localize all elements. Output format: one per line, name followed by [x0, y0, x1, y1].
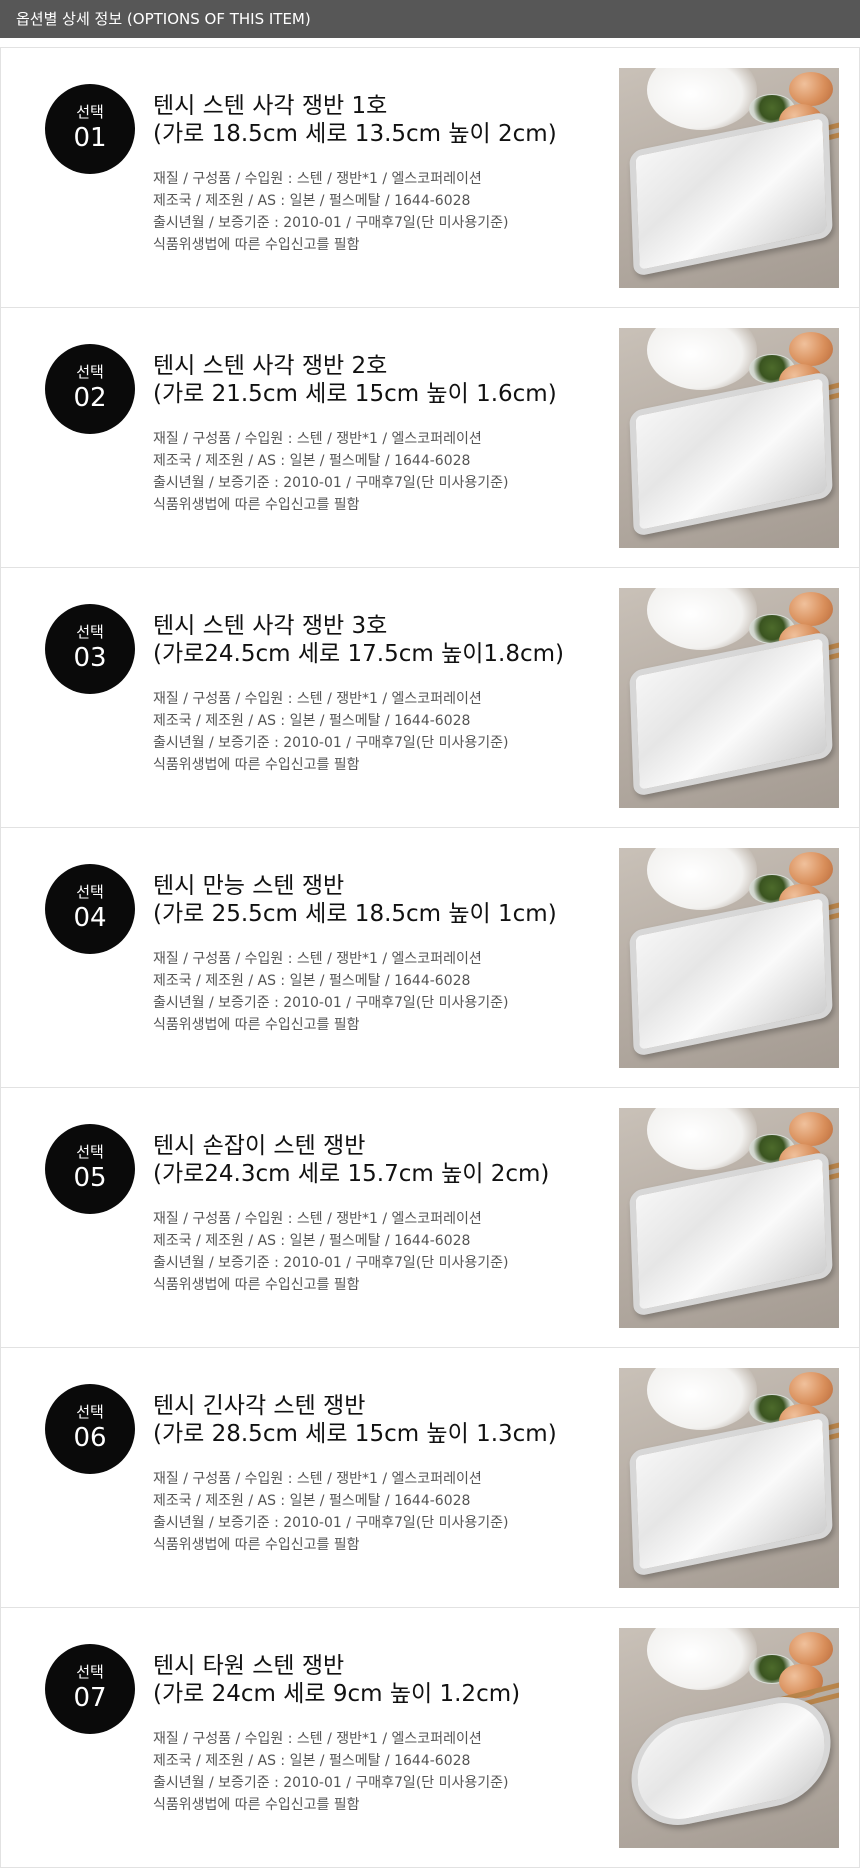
badge-label: 선택 — [76, 1143, 104, 1161]
option-badge: 선택 01 — [45, 84, 135, 174]
product-dimensions: (가로24.3cm 세로 15.7cm 높이 2cm) — [153, 1161, 550, 1187]
spec-material: 재질 / 구성품 / 수입원 : 스텐 / 쟁반*1 / 엘스코퍼레이션 — [153, 1471, 482, 1487]
badge-number: 01 — [73, 123, 107, 153]
spec-material: 재질 / 구성품 / 수입원 : 스텐 / 쟁반*1 / 엘스코퍼레이션 — [153, 951, 482, 967]
spec-notice: 식품위생법에 따른 수입신고를 필함 — [153, 1277, 360, 1293]
spec-release: 출시년월 / 보증기준 : 2010-01 / 구매후7일(단 미사용기준) — [153, 1515, 509, 1531]
option-title: 텐시 스텐 사각 쟁반 1호 (가로 18.5cm 세로 13.5cm 높이 2… — [153, 92, 593, 148]
spec-material: 재질 / 구성품 / 수입원 : 스텐 / 쟁반*1 / 엘스코퍼레이션 — [153, 1211, 482, 1227]
option-item-06: 선택 06 텐시 긴사각 스텐 쟁반 (가로 28.5cm 세로 15cm 높이… — [0, 1347, 860, 1608]
option-item-01: 선택 01 텐시 스텐 사각 쟁반 1호 (가로 18.5cm 세로 13.5c… — [0, 47, 860, 308]
option-badge: 선택 02 — [45, 344, 135, 434]
option-badge: 선택 07 — [45, 1644, 135, 1734]
option-title: 텐시 만능 스텐 쟁반 (가로 25.5cm 세로 18.5cm 높이 1cm) — [153, 872, 593, 928]
badge-label: 선택 — [76, 103, 104, 121]
product-photo — [619, 588, 839, 808]
badge-number: 06 — [73, 1423, 107, 1453]
spec-material: 재질 / 구성품 / 수입원 : 스텐 / 쟁반*1 / 엘스코퍼레이션 — [153, 1731, 482, 1747]
section-header: 옵션별 상세 정보 (OPTIONS OF THIS ITEM) — [0, 0, 860, 38]
spec-release: 출시년월 / 보증기준 : 2010-01 / 구매후7일(단 미사용기준) — [153, 1775, 509, 1791]
spec-origin: 제조국 / 제조원 / AS : 일본 / 펄스메탈 / 1644-6028 — [153, 1233, 471, 1249]
option-item-05: 선택 05 텐시 손잡이 스텐 쟁반 (가로24.3cm 세로 15.7cm 높… — [0, 1087, 860, 1348]
spec-notice: 식품위생법에 따른 수입신고를 필함 — [153, 1797, 360, 1813]
spec-release: 출시년월 / 보증기준 : 2010-01 / 구매후7일(단 미사용기준) — [153, 995, 509, 1011]
option-title: 텐시 긴사각 스텐 쟁반 (가로 28.5cm 세로 15cm 높이 1.3cm… — [153, 1392, 593, 1448]
spec-release: 출시년월 / 보증기준 : 2010-01 / 구매후7일(단 미사용기준) — [153, 1255, 509, 1271]
spec-notice: 식품위생법에 따른 수입신고를 필함 — [153, 237, 360, 253]
product-dimensions: (가로 18.5cm 세로 13.5cm 높이 2cm) — [153, 121, 557, 147]
product-photo — [619, 848, 839, 1068]
spec-release: 출시년월 / 보증기준 : 2010-01 / 구매후7일(단 미사용기준) — [153, 735, 509, 751]
spec-notice: 식품위생법에 따른 수입신고를 필함 — [153, 1017, 360, 1033]
badge-label: 선택 — [76, 1403, 104, 1421]
product-dimensions: (가로 25.5cm 세로 18.5cm 높이 1cm) — [153, 901, 557, 927]
product-name: 텐시 스텐 사각 쟁반 1호 — [153, 93, 388, 119]
option-item-07: 선택 07 텐시 타원 스텐 쟁반 (가로 24cm 세로 9cm 높이 1.2… — [0, 1607, 860, 1868]
option-title: 텐시 스텐 사각 쟁반 2호 (가로 21.5cm 세로 15cm 높이 1.6… — [153, 352, 593, 408]
spec-list: 재질 / 구성품 / 수입원 : 스텐 / 쟁반*1 / 엘스코퍼레이션 제조국… — [153, 1208, 593, 1296]
product-name: 텐시 스텐 사각 쟁반 3호 — [153, 613, 388, 639]
spec-list: 재질 / 구성품 / 수입원 : 스텐 / 쟁반*1 / 엘스코퍼레이션 제조국… — [153, 948, 593, 1036]
spec-origin: 제조국 / 제조원 / AS : 일본 / 펄스메탈 / 1644-6028 — [153, 1753, 471, 1769]
product-name: 텐시 손잡이 스텐 쟁반 — [153, 1133, 366, 1159]
option-title: 텐시 스텐 사각 쟁반 3호 (가로24.5cm 세로 17.5cm 높이1.8… — [153, 612, 593, 668]
product-photo — [619, 68, 839, 288]
spec-list: 재질 / 구성품 / 수입원 : 스텐 / 쟁반*1 / 엘스코퍼레이션 제조국… — [153, 1468, 593, 1556]
product-photo — [619, 328, 839, 548]
badge-label: 선택 — [76, 363, 104, 381]
product-name: 텐시 긴사각 스텐 쟁반 — [153, 1393, 366, 1419]
spec-origin: 제조국 / 제조원 / AS : 일본 / 펄스메탈 / 1644-6028 — [153, 1493, 471, 1509]
spec-material: 재질 / 구성품 / 수입원 : 스텐 / 쟁반*1 / 엘스코퍼레이션 — [153, 691, 482, 707]
product-photo — [619, 1108, 839, 1328]
spec-list: 재질 / 구성품 / 수입원 : 스텐 / 쟁반*1 / 엘스코퍼레이션 제조국… — [153, 428, 593, 516]
spec-list: 재질 / 구성품 / 수입원 : 스텐 / 쟁반*1 / 엘스코퍼레이션 제조국… — [153, 688, 593, 776]
spec-notice: 식품위생법에 따른 수입신고를 필함 — [153, 497, 360, 513]
product-name: 텐시 스텐 사각 쟁반 2호 — [153, 353, 388, 379]
product-name: 텐시 타원 스텐 쟁반 — [153, 1653, 345, 1679]
option-badge: 선택 04 — [45, 864, 135, 954]
badge-number: 02 — [73, 383, 107, 413]
spec-origin: 제조국 / 제조원 / AS : 일본 / 펄스메탈 / 1644-6028 — [153, 193, 471, 209]
option-item-02: 선택 02 텐시 스텐 사각 쟁반 2호 (가로 21.5cm 세로 15cm … — [0, 307, 860, 568]
spec-notice: 식품위생법에 따른 수입신고를 필함 — [153, 757, 360, 773]
spec-origin: 제조국 / 제조원 / AS : 일본 / 펄스메탈 / 1644-6028 — [153, 713, 471, 729]
spec-list: 재질 / 구성품 / 수입원 : 스텐 / 쟁반*1 / 엘스코퍼레이션 제조국… — [153, 168, 593, 256]
spec-origin: 제조국 / 제조원 / AS : 일본 / 펄스메탈 / 1644-6028 — [153, 453, 471, 469]
badge-number: 05 — [73, 1163, 107, 1193]
spec-list: 재질 / 구성품 / 수입원 : 스텐 / 쟁반*1 / 엘스코퍼레이션 제조국… — [153, 1728, 593, 1816]
product-dimensions: (가로 24cm 세로 9cm 높이 1.2cm) — [153, 1681, 521, 1707]
spec-origin: 제조국 / 제조원 / AS : 일본 / 펄스메탈 / 1644-6028 — [153, 973, 471, 989]
badge-label: 선택 — [76, 623, 104, 641]
spec-release: 출시년월 / 보증기준 : 2010-01 / 구매후7일(단 미사용기준) — [153, 215, 509, 231]
spec-release: 출시년월 / 보증기준 : 2010-01 / 구매후7일(단 미사용기준) — [153, 475, 509, 491]
option-badge: 선택 06 — [45, 1384, 135, 1474]
option-badge: 선택 05 — [45, 1124, 135, 1214]
spec-material: 재질 / 구성품 / 수입원 : 스텐 / 쟁반*1 / 엘스코퍼레이션 — [153, 431, 482, 447]
badge-number: 04 — [73, 903, 107, 933]
option-item-03: 선택 03 텐시 스텐 사각 쟁반 3호 (가로24.5cm 세로 17.5cm… — [0, 567, 860, 828]
badge-number: 07 — [73, 1683, 107, 1713]
section-title: 옵션별 상세 정보 (OPTIONS OF THIS ITEM) — [16, 10, 311, 28]
spec-notice: 식품위생법에 따른 수입신고를 필함 — [153, 1537, 360, 1553]
option-item-04: 선택 04 텐시 만능 스텐 쟁반 (가로 25.5cm 세로 18.5cm 높… — [0, 827, 860, 1088]
product-dimensions: (가로 21.5cm 세로 15cm 높이 1.6cm) — [153, 381, 557, 407]
option-list: 선택 01 텐시 스텐 사각 쟁반 1호 (가로 18.5cm 세로 13.5c… — [0, 47, 860, 1868]
product-name: 텐시 만능 스텐 쟁반 — [153, 873, 345, 899]
badge-label: 선택 — [76, 1663, 104, 1681]
option-badge: 선택 03 — [45, 604, 135, 694]
badge-number: 03 — [73, 643, 107, 673]
option-title: 텐시 타원 스텐 쟁반 (가로 24cm 세로 9cm 높이 1.2cm) — [153, 1652, 593, 1708]
badge-label: 선택 — [76, 883, 104, 901]
product-photo — [619, 1628, 839, 1848]
product-dimensions: (가로 28.5cm 세로 15cm 높이 1.3cm) — [153, 1421, 557, 1447]
product-photo — [619, 1368, 839, 1588]
option-title: 텐시 손잡이 스텐 쟁반 (가로24.3cm 세로 15.7cm 높이 2cm) — [153, 1132, 593, 1188]
product-dimensions: (가로24.5cm 세로 17.5cm 높이1.8cm) — [153, 641, 564, 667]
spec-material: 재질 / 구성품 / 수입원 : 스텐 / 쟁반*1 / 엘스코퍼레이션 — [153, 171, 482, 187]
